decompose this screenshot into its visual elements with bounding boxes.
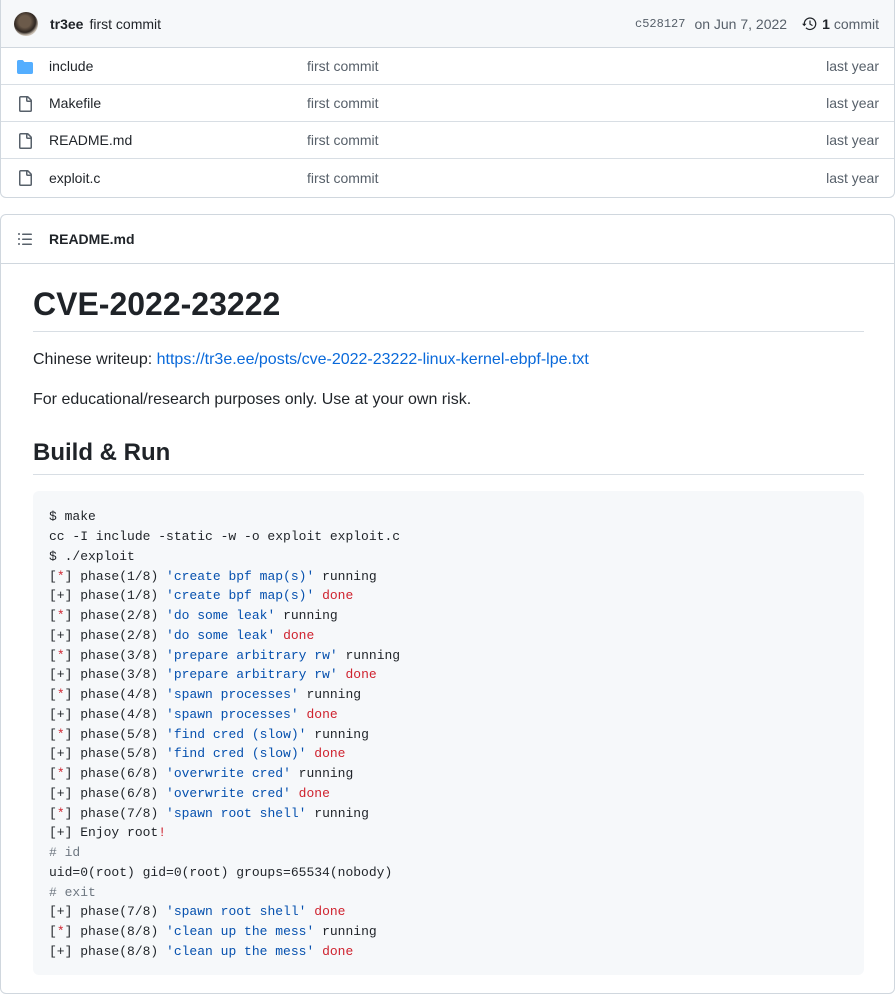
- file-icon: [19, 133, 32, 149]
- code-line: [+] phase(5/8) 'find cred (slow)' done: [49, 746, 346, 762]
- commit-message-link[interactable]: first commit: [89, 16, 161, 32]
- code-line: [+] phase(6/8) 'overwrite cred' done: [49, 785, 330, 801]
- code-line: [*] phase(1/8) 'create bpf map(s)' runni…: [49, 568, 377, 584]
- file-row-makefile[interactable]: Makefile first commit last year: [1, 85, 894, 122]
- file-name-link[interactable]: README.md: [49, 132, 132, 148]
- code-line: [*] phase(4/8) 'spawn processes' running: [49, 687, 362, 703]
- code-line: [*] phase(2/8) 'do some leak' running: [49, 608, 338, 624]
- writeup-link[interactable]: https://tr3e.ee/posts/cve-2022-23222-lin…: [157, 351, 589, 368]
- file-row-exploit[interactable]: exploit.c first commit last year: [1, 159, 894, 196]
- code-line: uid=0(root) gid=0(root) groups=65534(nob…: [49, 864, 393, 880]
- code-line: cc -I include -static -w -o exploit expl…: [49, 529, 401, 545]
- code-line: [+] phase(7/8) 'spawn root shell' done: [49, 904, 346, 920]
- history-icon: [802, 16, 817, 30]
- file-commit-message-link[interactable]: first commit: [307, 132, 379, 148]
- readme-content: CVE-2022-23222 Chinese writeup: https://…: [33, 264, 864, 976]
- avatar[interactable]: [14, 11, 38, 36]
- code-line: [*] phase(7/8) 'spawn root shell' runnin…: [49, 805, 369, 821]
- commit-history-link[interactable]: 1 commit: [802, 16, 879, 32]
- file-age: last year: [826, 132, 879, 148]
- list-unordered-icon[interactable]: [17, 231, 33, 247]
- file-commit-message-link[interactable]: first commit: [307, 170, 379, 186]
- file-name-link[interactable]: Makefile: [49, 95, 101, 111]
- readme-panel: README.md CVE-2022-23222 Chinese writeup…: [0, 214, 895, 994]
- code-line: [*] phase(8/8) 'clean up the mess' runni…: [49, 924, 377, 940]
- readme-header: README.md: [1, 215, 894, 264]
- file-name-link[interactable]: include: [49, 58, 93, 74]
- code-line: [+] phase(4/8) 'spawn processes' done: [49, 706, 338, 722]
- readme-filename-link[interactable]: README.md: [49, 231, 135, 247]
- code-line: $ make: [49, 509, 96, 525]
- code-line: $ ./exploit: [49, 548, 135, 564]
- commit-count: 1: [822, 15, 830, 32]
- file-commit-message-link[interactable]: first commit: [307, 95, 379, 111]
- code-content: $ make cc -I include -static -w -o exploi…: [49, 507, 848, 961]
- file-icon: [19, 170, 32, 186]
- writeup-paragraph: Chinese writeup: https://tr3e.ee/posts/c…: [33, 348, 864, 372]
- code-line: [*] phase(6/8) 'overwrite cred' running: [49, 766, 354, 782]
- code-line: [+] phase(8/8) 'clean up the mess' done: [49, 943, 354, 959]
- file-name-link[interactable]: exploit.c: [49, 170, 100, 186]
- file-row-include[interactable]: include first commit last year: [1, 48, 894, 85]
- file-age: last year: [826, 95, 879, 111]
- file-browser: tr3ee first commit c528127 on Jun 7, 202…: [0, 0, 895, 198]
- commit-author-link[interactable]: tr3ee: [50, 16, 83, 32]
- file-age: last year: [826, 169, 879, 186]
- commit-date: on Jun 7, 2022: [694, 15, 788, 32]
- code-line: [+] phase(2/8) 'do some leak' done: [49, 627, 315, 643]
- code-line: # exit: [49, 884, 96, 900]
- commit-count-label: commit: [833, 15, 879, 32]
- code-line: [*] phase(3/8) 'prepare arbitrary rw' ru…: [49, 647, 401, 663]
- file-commit-message-link[interactable]: first commit: [307, 58, 379, 74]
- writeup-prefix: Chinese writeup:: [33, 351, 157, 369]
- section-heading: Build & Run: [33, 438, 864, 476]
- readme-title: CVE-2022-23222: [33, 264, 864, 333]
- code-line: # id: [49, 845, 81, 861]
- code-block: $ make cc -I include -static -w -o exploi…: [33, 491, 864, 976]
- file-row-readme[interactable]: README.md first commit last year: [1, 122, 894, 159]
- file-icon: [19, 96, 32, 112]
- code-line: [+] Enjoy root!: [49, 825, 167, 841]
- code-line: [*] phase(5/8) 'find cred (slow)' runnin…: [49, 726, 369, 742]
- code-line: [+] phase(1/8) 'create bpf map(s)' done: [49, 588, 354, 604]
- commit-sha-link[interactable]: c528127: [635, 17, 685, 31]
- latest-commit-bar: tr3ee first commit c528127 on Jun 7, 202…: [1, 0, 894, 48]
- folder-icon: [17, 60, 33, 74]
- code-line: [+] phase(3/8) 'prepare arbitrary rw' do…: [49, 667, 377, 683]
- disclaimer-paragraph: For educational/research purposes only. …: [33, 391, 472, 409]
- file-age: last year: [826, 58, 879, 74]
